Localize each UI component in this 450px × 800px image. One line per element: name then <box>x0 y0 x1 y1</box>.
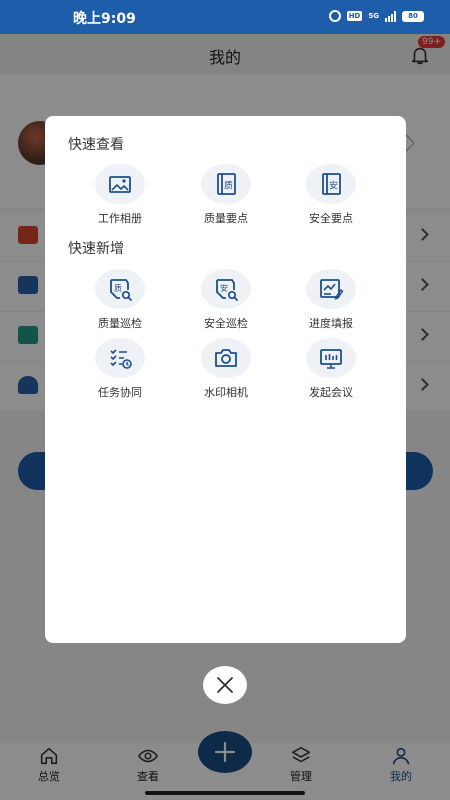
quick-actions-modal: 快速查看 工作相册 质 质量要点 安 安全要点 快速新增 质 质量巡检 安 安全… <box>45 116 406 643</box>
quality-book-icon: 质 <box>217 173 236 195</box>
alarm-icon <box>328 10 341 22</box>
tile-work-album[interactable]: 工作相册 <box>80 164 160 228</box>
quick-add-title: 快速新增 <box>68 241 124 257</box>
tile-label: 任务协同 <box>98 386 142 399</box>
network-label: 5G <box>368 12 379 20</box>
svg-text:质: 质 <box>224 180 233 192</box>
status-time: 晚上9:09 <box>73 11 136 27</box>
tile-label: 发起会议 <box>309 386 353 399</box>
tile-label: 水印相机 <box>204 386 248 399</box>
close-icon <box>217 677 233 693</box>
tile-task-collab[interactable]: 任务协同 <box>80 338 160 402</box>
tile-label: 质量要点 <box>204 212 248 225</box>
tile-start-meeting[interactable]: 发起会议 <box>291 338 371 402</box>
tile-quality-inspection[interactable]: 质 质量巡检 <box>80 269 160 333</box>
hd-icon: HD <box>346 11 363 21</box>
tile-quality-points[interactable]: 质 质量要点 <box>186 164 266 228</box>
safety-inspection-icon: 安 <box>216 279 238 301</box>
battery-icon: 80 <box>402 10 424 22</box>
tile-progress-report[interactable]: 进度填报 <box>291 269 371 333</box>
photo-album-icon <box>109 176 131 193</box>
close-modal-button[interactable] <box>203 666 247 704</box>
meeting-icon <box>320 349 342 369</box>
camera-icon <box>215 349 237 367</box>
svg-text:质: 质 <box>114 283 122 293</box>
progress-report-icon <box>320 279 344 300</box>
svg-text:安: 安 <box>329 180 338 192</box>
quality-inspection-icon: 质 <box>110 279 132 301</box>
signal-icon <box>385 10 396 22</box>
task-collab-icon <box>110 349 132 369</box>
tile-safety-points[interactable]: 安 安全要点 <box>291 164 371 228</box>
quick-view-title: 快速查看 <box>68 137 124 153</box>
tile-label: 进度填报 <box>309 317 353 330</box>
status-icons: HD 5G 80 <box>328 10 424 22</box>
tile-label: 工作相册 <box>98 212 142 225</box>
tile-label: 安全巡检 <box>204 317 248 330</box>
tile-label: 安全要点 <box>309 212 353 225</box>
tile-safety-inspection[interactable]: 安 安全巡检 <box>186 269 266 333</box>
tile-watermark-camera[interactable]: 水印相机 <box>186 338 266 402</box>
tile-label: 质量巡检 <box>98 317 142 330</box>
svg-text:安: 安 <box>220 283 228 293</box>
status-bar: 晚上9:09 HD 5G 80 <box>0 0 450 34</box>
safety-book-icon: 安 <box>322 173 341 195</box>
